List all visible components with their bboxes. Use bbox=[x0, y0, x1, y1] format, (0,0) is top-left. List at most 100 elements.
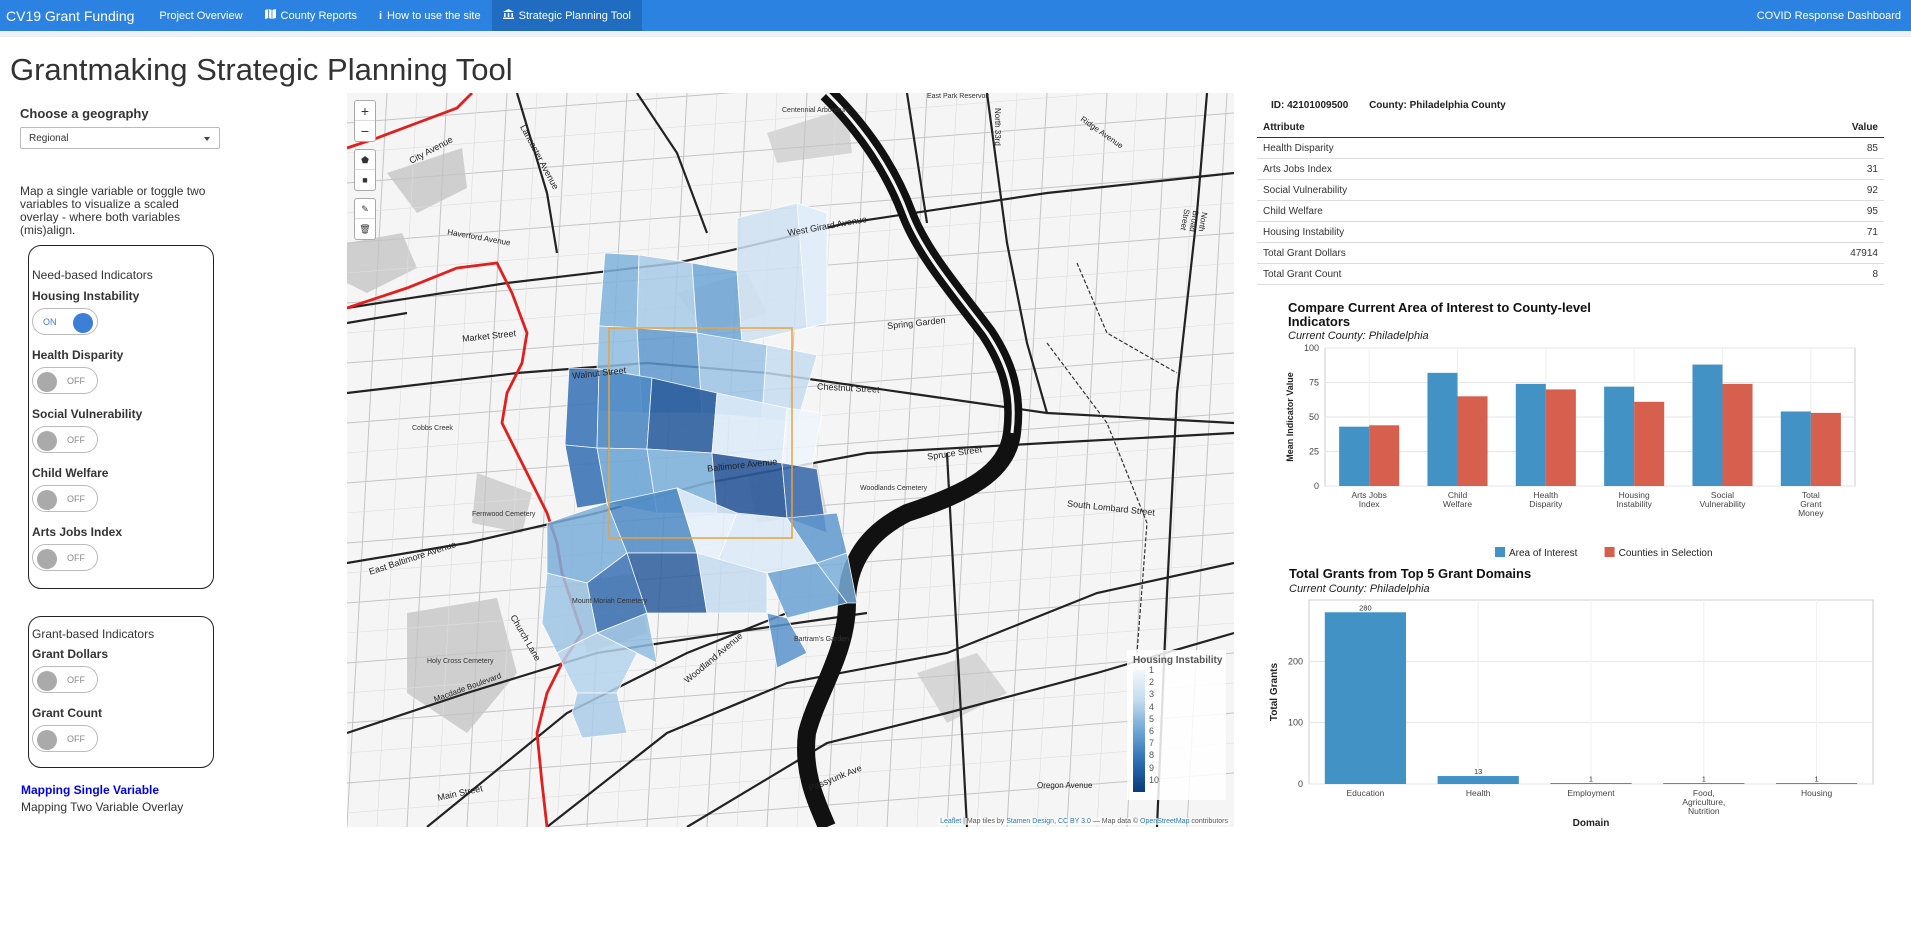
nav-label: Strategic Planning Tool bbox=[518, 9, 631, 22]
bar-area-of-interest bbox=[1604, 386, 1635, 486]
legend-tick: 4 bbox=[1149, 701, 1155, 712]
draw-polygon-icon[interactable]: ⬟ bbox=[355, 150, 375, 170]
cc-link[interactable]: CC BY 3.0 bbox=[1058, 818, 1091, 825]
attr-cell: Total Grant Dollars bbox=[1257, 242, 1701, 264]
mode-two-variable-overlay[interactable]: Mapping Two Variable Overlay bbox=[21, 800, 183, 814]
bar bbox=[1437, 776, 1519, 784]
toggle-label-child: Child Welfare bbox=[32, 466, 109, 480]
toggle-social-vulnerability[interactable]: OFF bbox=[32, 426, 98, 453]
map-label: Centennial Arboretum bbox=[782, 107, 850, 114]
stamen-link[interactable]: Stamen Design bbox=[1006, 818, 1054, 825]
toggle-state: OFF bbox=[67, 435, 85, 445]
toggle-label-health: Health Disparity bbox=[32, 348, 124, 362]
data-label: 13 bbox=[1474, 767, 1482, 776]
nav-how-to-use[interactable]: i How to use the site bbox=[368, 0, 492, 31]
attr-cell: Child Welfare bbox=[1257, 200, 1701, 222]
toggle-health-disparity[interactable]: OFF bbox=[32, 367, 98, 394]
geography-value: Regional bbox=[29, 133, 69, 144]
toggle-state: OFF bbox=[67, 553, 85, 563]
legend-tick: 6 bbox=[1149, 726, 1155, 737]
map-tiles bbox=[347, 93, 1234, 827]
attr-cell: Housing Instability bbox=[1257, 221, 1701, 243]
x-tick-label: Instability bbox=[1616, 499, 1652, 509]
legend-label: Area of Interest bbox=[1509, 548, 1578, 559]
nav-county-reports[interactable]: County Reports bbox=[254, 0, 368, 31]
bar-counties-in-selection bbox=[1634, 401, 1665, 486]
toggle-knob bbox=[37, 671, 57, 691]
map-edit-toolbar: ✎ 🗑 bbox=[354, 198, 376, 240]
y-axis-label: Mean Indicator Value bbox=[1285, 372, 1295, 462]
legend-tick: 1 bbox=[1149, 665, 1155, 675]
toggle-knob bbox=[37, 431, 57, 451]
y-tick-label: 0 bbox=[1314, 481, 1319, 491]
map-label: Fernwood Cemetery bbox=[472, 511, 536, 518]
map-label: East Park Reservoir bbox=[927, 93, 990, 100]
y-tick-label: 50 bbox=[1309, 412, 1319, 422]
mode-single-variable[interactable]: Mapping Single Variable bbox=[21, 783, 159, 797]
legend-color-ramp bbox=[1133, 670, 1145, 792]
x-tick-label: Disparity bbox=[1529, 499, 1563, 509]
compare-indicators-chart: 0255075100Arts JobsIndexChildWelfareHeal… bbox=[1285, 343, 1856, 559]
toggle-grant-dollars[interactable]: OFF bbox=[32, 666, 98, 693]
toggle-arts-jobs-index[interactable]: OFF bbox=[32, 544, 98, 571]
help-text: Map a single variable or toggle two vari… bbox=[20, 184, 206, 237]
toggle-label-arts: Arts Jobs Index bbox=[32, 525, 123, 539]
map-label: Bartram's Garden bbox=[794, 636, 850, 643]
bar-area-of-interest bbox=[1780, 411, 1811, 486]
legend-tick: 7 bbox=[1149, 738, 1155, 749]
y-tick-label: 25 bbox=[1309, 447, 1319, 457]
nav-strategic-planning-tool[interactable]: Strategic Planning Tool bbox=[491, 0, 642, 31]
geography-label: Choose a geography bbox=[20, 106, 149, 121]
legend-ticks: 1 2 3 4 5 6 7 8 9 10 bbox=[1149, 664, 1159, 786]
toggle-child-welfare[interactable]: OFF bbox=[32, 485, 98, 512]
toggle-knob bbox=[37, 549, 57, 569]
toggle-knob bbox=[73, 313, 93, 333]
map-draw-toolbar: ⬟ ■ bbox=[354, 149, 376, 191]
value-cell: 85 bbox=[1700, 137, 1884, 159]
map-label: North 33rd bbox=[993, 108, 1002, 146]
attr-cell: Total Grant Count bbox=[1257, 263, 1701, 285]
attr-cell: Social Vulnerability bbox=[1257, 179, 1701, 201]
y-tick-label: 0 bbox=[1298, 779, 1303, 789]
edit-layers-icon[interactable]: ✎ bbox=[355, 199, 375, 219]
legend-swatch bbox=[1495, 547, 1505, 557]
bank-icon bbox=[502, 9, 514, 22]
table-row: Child Welfare 95 bbox=[1257, 200, 1884, 222]
need-indicators-panel: Need-based Indicators Housing Instabilit… bbox=[28, 245, 214, 589]
nav-label: County Reports bbox=[280, 9, 357, 22]
bar-counties-in-selection bbox=[1457, 396, 1488, 486]
table-row: Total Grant Dollars 47914 bbox=[1257, 242, 1884, 264]
attr-cell: Arts Jobs Index bbox=[1257, 158, 1701, 180]
value-cell: 92 bbox=[1700, 179, 1884, 201]
osm-link[interactable]: OpenStreetMap bbox=[1140, 818, 1189, 825]
legend-tick: 3 bbox=[1149, 689, 1155, 700]
attr-cell: Health Disparity bbox=[1257, 137, 1701, 159]
draw-rectangle-icon[interactable]: ■ bbox=[355, 170, 375, 190]
nav-covid-dashboard[interactable]: COVID Response Dashboard bbox=[1757, 10, 1911, 22]
need-indicators-title: Need-based Indicators bbox=[32, 268, 153, 282]
column-header: Value bbox=[1700, 118, 1884, 138]
attribution-text: | Map tiles by bbox=[963, 818, 1005, 825]
nav-label: Project Overview bbox=[159, 9, 243, 22]
toggle-housing-instability[interactable]: ON bbox=[32, 308, 98, 335]
map-label: Holy Cross Cemetery bbox=[427, 658, 494, 665]
zoom-out-button[interactable]: − bbox=[355, 121, 375, 141]
x-tick-label: Education bbox=[1346, 788, 1384, 798]
leaflet-map[interactable]: Lancaster Avenue City Avenue West Girard… bbox=[347, 93, 1234, 827]
toggle-grant-count[interactable]: OFF bbox=[32, 725, 98, 752]
bar-area-of-interest bbox=[1427, 372, 1458, 486]
x-tick-label: Health bbox=[1466, 788, 1491, 798]
leaflet-link[interactable]: Leaflet bbox=[940, 818, 961, 825]
nav-project-overview[interactable]: Project Overview bbox=[148, 0, 253, 31]
bar-area-of-interest bbox=[1339, 426, 1370, 486]
x-tick-label: Vulnerability bbox=[1700, 499, 1747, 509]
zoom-in-button[interactable]: + bbox=[355, 101, 375, 121]
trash-icon[interactable]: 🗑 bbox=[355, 219, 375, 239]
toggle-state: OFF bbox=[67, 675, 85, 685]
map-legend: Housing Instability 1 2 3 4 5 6 7 8 9 10 bbox=[1127, 650, 1226, 800]
legend-title: Housing Instability bbox=[1133, 655, 1223, 666]
y-tick-label: 100 bbox=[1304, 343, 1319, 353]
toggle-label-housing: Housing Instability bbox=[32, 289, 140, 303]
geography-select[interactable]: Regional bbox=[20, 127, 220, 149]
brand[interactable]: CV19 Grant Funding bbox=[0, 8, 148, 24]
